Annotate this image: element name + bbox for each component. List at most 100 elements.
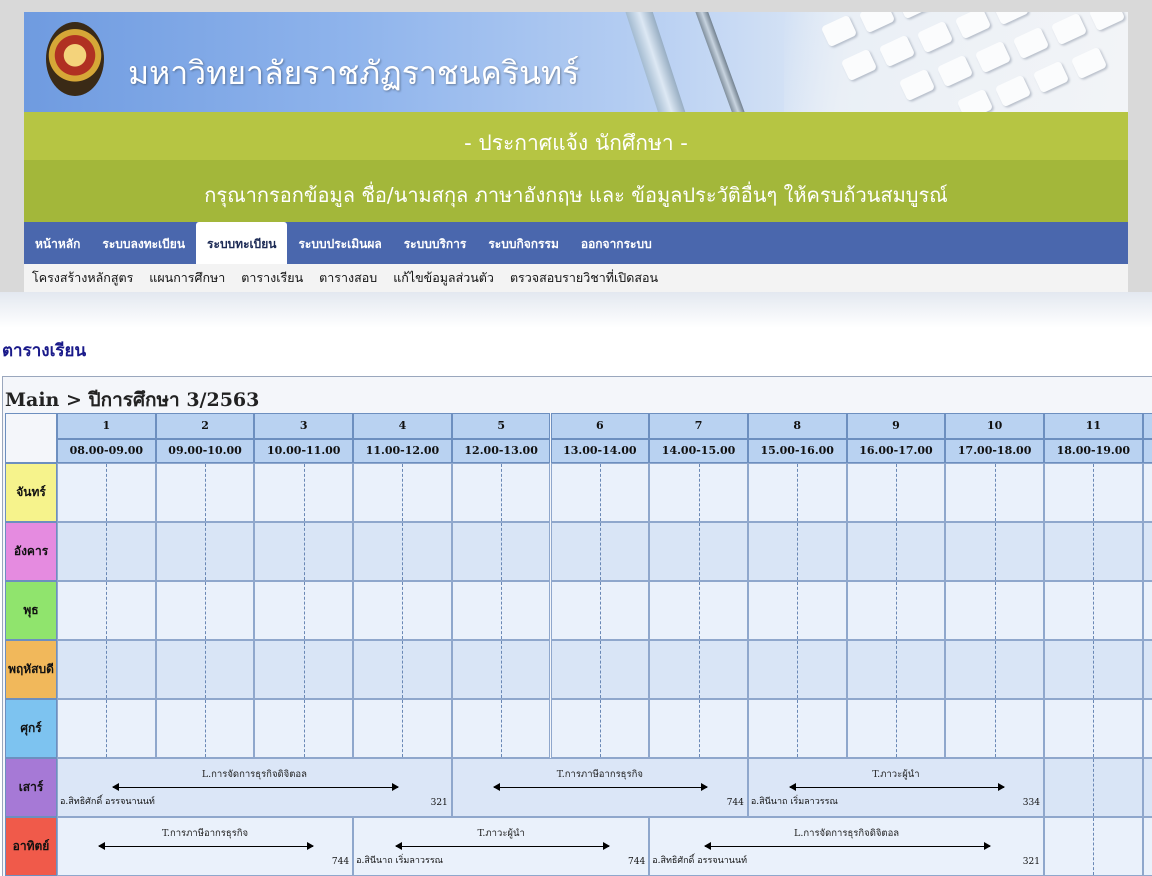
timetable-cell[interactable]	[649, 699, 748, 758]
timetable-cell[interactable]	[945, 699, 1044, 758]
university-name: มหาวิทยาลัยราชภัฏราชนครินทร์	[128, 54, 580, 92]
timetable-cell[interactable]	[550, 522, 650, 581]
duration-arrow	[98, 842, 314, 850]
sub-nav-item[interactable]: ตรวจสอบรายวิชาที่เปิดสอน	[502, 264, 666, 292]
timetable-cell[interactable]	[1044, 699, 1143, 758]
period-time: 15.00-16.00	[747, 439, 847, 463]
main-nav-item[interactable]: ระบบกิจกรรม	[477, 222, 570, 264]
timetable-cell[interactable]	[57, 522, 156, 581]
timetable-cell[interactable]	[451, 522, 551, 581]
course-block[interactable]: T.การภาษีอากรธุรกิจ 744	[451, 758, 748, 817]
main-nav-item[interactable]: ระบบบริการ	[393, 222, 478, 264]
instructor-name: อ.สิทธิศักดิ์ อรรจนานนท์	[652, 856, 748, 866]
timetable-cell[interactable]	[649, 463, 748, 522]
timetable-cell[interactable]	[451, 581, 551, 640]
timetable-cell[interactable]	[550, 640, 650, 699]
timetable-cell[interactable]	[747, 640, 847, 699]
timetable-cell[interactable]	[254, 699, 354, 758]
timetable-cell[interactable]	[254, 581, 354, 640]
course-name: L.การจัดการธุรกิจดิจิตอล	[201, 769, 307, 780]
timetable-cell[interactable]	[1142, 817, 1152, 876]
timetable-cell[interactable]	[846, 463, 946, 522]
sub-nav-item[interactable]: ตารางเรียน	[233, 264, 311, 292]
main-nav-item[interactable]: หน้าหลัก	[24, 222, 91, 264]
duration-arrow	[789, 783, 1005, 791]
main-nav: หน้าหลัก ระบบลงทะเบียน ระบบทะเบียน ระบบประเ…	[24, 222, 1128, 264]
sub-nav-item[interactable]: ตารางสอบ	[311, 264, 385, 292]
timetable-cell[interactable]	[155, 581, 255, 640]
timetable-cell[interactable]	[550, 463, 650, 522]
instructor-name: อ.สินีนาถ เริ่มลาวรรณ	[356, 856, 444, 866]
course-block[interactable]: T.การภาษีอากรธุรกิจ 744	[57, 817, 354, 876]
notice-body: กรุณากรอกข้อมูล ชื่อ/นามสกุล ภาษาอังกฤษ …	[24, 160, 1128, 222]
timetable-cell[interactable]	[846, 522, 946, 581]
timetable-cell[interactable]	[353, 699, 452, 758]
timetable-cell[interactable]	[57, 463, 156, 522]
university-logo	[46, 22, 104, 96]
timetable-cell[interactable]	[1142, 581, 1152, 640]
timetable-cell[interactable]	[155, 463, 255, 522]
timetable-cell[interactable]	[1142, 699, 1152, 758]
timetable-cell[interactable]	[846, 640, 946, 699]
day-label: อาทิตย์	[5, 817, 57, 876]
timetable-cell[interactable]	[155, 640, 255, 699]
timetable-cell[interactable]	[57, 699, 156, 758]
timetable-cell[interactable]	[649, 522, 748, 581]
period-number: 9	[846, 413, 946, 439]
timetable-cell[interactable]	[649, 581, 748, 640]
timetable-cell[interactable]	[353, 463, 452, 522]
timetable-cell[interactable]	[846, 581, 946, 640]
sub-nav-item[interactable]: แก้ไขข้อมูลส่วนตัว	[385, 264, 502, 292]
timetable-cell[interactable]	[451, 640, 551, 699]
timetable-cell[interactable]	[747, 463, 847, 522]
timetable-cell[interactable]	[254, 463, 354, 522]
main-nav-item[interactable]: ออกจากระบบ	[570, 222, 663, 264]
course-block[interactable]: T.ภาวะผู้นำ อ.สินีนาถ เริ่มลาวรรณ 744	[353, 817, 650, 876]
timetable-cell[interactable]	[254, 522, 354, 581]
timetable-cell[interactable]	[945, 581, 1044, 640]
timetable-cell[interactable]	[451, 463, 551, 522]
main-nav-item[interactable]: ระบบลงทะเบียน	[91, 222, 196, 264]
timetable-cell[interactable]	[550, 699, 650, 758]
page-title: ตารางเรียน	[2, 341, 87, 361]
timetable-cell[interactable]	[747, 581, 847, 640]
keyboard-decoration	[784, 12, 1128, 112]
timetable-cell[interactable]	[747, 699, 847, 758]
timetable-cell[interactable]	[353, 522, 452, 581]
course-block[interactable]: L.การจัดการธุรกิจดิจิตอล อ.สิทธิศักดิ์ อร…	[57, 758, 452, 817]
timetable-cell[interactable]	[57, 640, 156, 699]
timetable-cell[interactable]	[353, 640, 452, 699]
timetable-cell[interactable]	[254, 640, 354, 699]
main-nav-item[interactable]: ระบบประเมินผล	[287, 222, 392, 264]
timetable-cell[interactable]	[57, 581, 156, 640]
timetable-cell[interactable]	[1044, 817, 1143, 876]
timetable-cell[interactable]	[846, 699, 946, 758]
sub-nav-item[interactable]: โครงสร้างหลักสูตร	[24, 264, 141, 292]
timetable-cell[interactable]	[1044, 463, 1143, 522]
timetable-cell[interactable]	[649, 640, 748, 699]
timetable-cell[interactable]	[1142, 758, 1152, 817]
timetable-cell[interactable]	[945, 463, 1044, 522]
timetable-cell[interactable]	[1044, 522, 1143, 581]
timetable-cell[interactable]	[1044, 640, 1143, 699]
timetable-cell[interactable]	[1044, 581, 1143, 640]
timetable-cell[interactable]	[1044, 758, 1143, 817]
period-number: 10	[945, 413, 1044, 439]
timetable-cell[interactable]	[1142, 522, 1152, 581]
sub-nav-item[interactable]: แผนการศึกษา	[141, 264, 233, 292]
timetable-cell[interactable]	[155, 522, 255, 581]
timetable-cell[interactable]	[1142, 640, 1152, 699]
timetable-cell[interactable]	[945, 522, 1044, 581]
timetable-cell[interactable]	[550, 581, 650, 640]
course-block[interactable]: T.ภาวะผู้นำ อ.สินีนาถ เริ่มลาวรรณ 334	[747, 758, 1044, 817]
timetable-cell[interactable]	[155, 699, 255, 758]
timetable-cell[interactable]	[747, 522, 847, 581]
course-block[interactable]: L.การจัดการธุรกิจดิจิตอล อ.สิทธิศักดิ์ อร…	[649, 817, 1044, 876]
timetable-cell[interactable]	[945, 640, 1044, 699]
course-name: T.ภาวะผู้นำ	[872, 769, 920, 780]
period-number: 1	[57, 413, 156, 439]
main-nav-item[interactable]: ระบบทะเบียน	[196, 222, 288, 264]
timetable-cell[interactable]	[1142, 463, 1152, 522]
timetable-cell[interactable]	[353, 581, 452, 640]
timetable-cell[interactable]	[451, 699, 551, 758]
